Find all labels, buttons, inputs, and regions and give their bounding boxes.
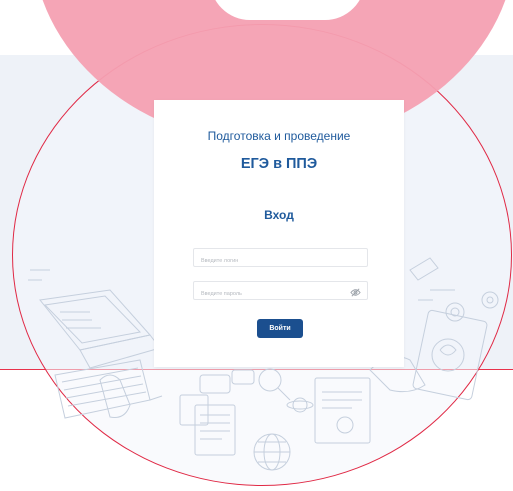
chat-illustration <box>199 369 255 394</box>
page-title: ЕГЭ в ППЭ <box>240 156 318 172</box>
planet-illustration <box>286 397 314 413</box>
login-heading: Вход <box>264 208 294 222</box>
password-field <box>193 281 368 303</box>
hand-illustration <box>99 374 131 418</box>
login-button[interactable]: Войти <box>257 319 303 338</box>
certificate-illustration <box>314 377 371 444</box>
page-subtitle: Подготовка и проведение <box>207 129 351 143</box>
gears-illustration <box>445 291 499 322</box>
login-input[interactable] <box>194 252 351 270</box>
tablet-illustration <box>412 309 488 401</box>
password-input[interactable] <box>194 285 351 303</box>
laptop-illustration <box>39 289 161 369</box>
login-field <box>193 248 368 270</box>
eye-off-icon[interactable] <box>350 285 361 303</box>
magnifier-illustration <box>258 368 291 401</box>
globe-illustration <box>253 433 291 471</box>
books-illustration <box>179 394 236 456</box>
